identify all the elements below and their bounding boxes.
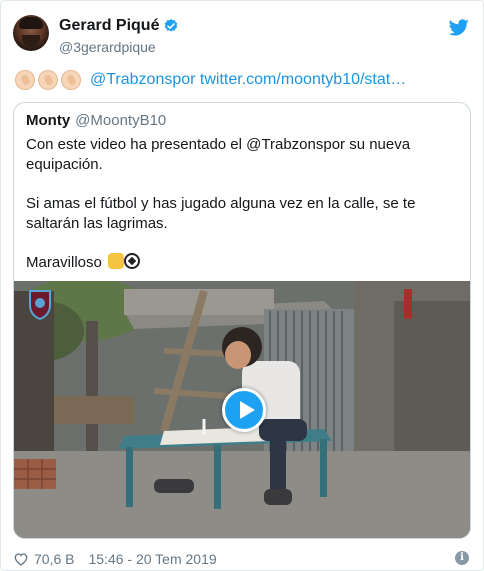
bench-leg	[126, 447, 133, 507]
clapping-hands-emoji	[15, 70, 35, 90]
avatar-hair	[19, 17, 43, 29]
house-door	[394, 301, 470, 451]
quoted-tweet[interactable]: Monty @MoontyB10 Con este video ha prese…	[13, 102, 471, 539]
quoted-paragraph: Maravilloso	[26, 253, 456, 273]
post	[86, 321, 98, 461]
bench-leg	[320, 439, 327, 497]
twitter-bird-icon[interactable]	[449, 19, 469, 36]
ground	[14, 451, 470, 538]
quoted-author-handle[interactable]: @MoontyB10	[75, 112, 166, 129]
boy-face	[225, 341, 251, 369]
shoe-right	[264, 489, 292, 505]
quoted-tweet-body: Con este video ha presentado el @Trabzon…	[26, 135, 456, 292]
author-handle[interactable]: @3gerardpique	[59, 39, 156, 55]
info-icon[interactable]: i	[455, 551, 469, 565]
verified-icon	[165, 19, 178, 32]
quoted-paragraph: Con este video ha presentado el @Trabzon…	[26, 136, 411, 173]
bricks	[14, 459, 56, 489]
author-name-row[interactable]: Gerard Piqué	[59, 17, 179, 35]
tweet-timestamp[interactable]: 15:46 - 20 Tem 2019	[88, 551, 216, 567]
wood-pile	[54, 396, 134, 424]
avatar[interactable]	[13, 15, 49, 51]
tweet-text: @Trabzonspor twitter.com/moontyb10/stat…	[15, 69, 475, 91]
embedded-tweet: Gerard Piqué @3gerardpique @Trabzonspor …	[0, 0, 484, 571]
tweet-footer: 70,6 B 15:46 - 20 Tem 2019 i	[13, 549, 473, 569]
tweet-header: Gerard Piqué @3gerardpique	[13, 15, 473, 59]
bench-leg	[214, 445, 221, 509]
play-icon[interactable]	[222, 388, 266, 432]
shoe-left	[154, 479, 194, 493]
author-name[interactable]: Gerard Piqué	[59, 17, 159, 35]
quoted-author-name[interactable]: Monty	[26, 112, 70, 129]
like-count[interactable]: 70,6 B	[34, 551, 74, 567]
avatar-beard	[22, 35, 40, 47]
boy-leg	[270, 431, 286, 491]
tweet-link[interactable]: @Trabzonspor twitter.com/moontyb10/stat…	[90, 69, 406, 91]
trabzonspor-crest	[29, 290, 51, 321]
quoted-paragraph: Si amas el fútbol y has jugado alguna ve…	[26, 195, 416, 232]
clapping-hands-emoji	[38, 70, 58, 90]
heart-icon[interactable]	[13, 551, 29, 567]
video-thumbnail[interactable]	[14, 281, 470, 538]
quoted-paragraph-text: Maravilloso	[26, 254, 102, 271]
soccer-ball-emoji	[124, 253, 141, 269]
quoted-tweet-header: Monty @MoontyB10	[26, 112, 166, 129]
clapping-hands-emoji	[61, 70, 81, 90]
hanging-cloth	[404, 289, 412, 319]
waving-hand-emoji	[108, 253, 125, 269]
